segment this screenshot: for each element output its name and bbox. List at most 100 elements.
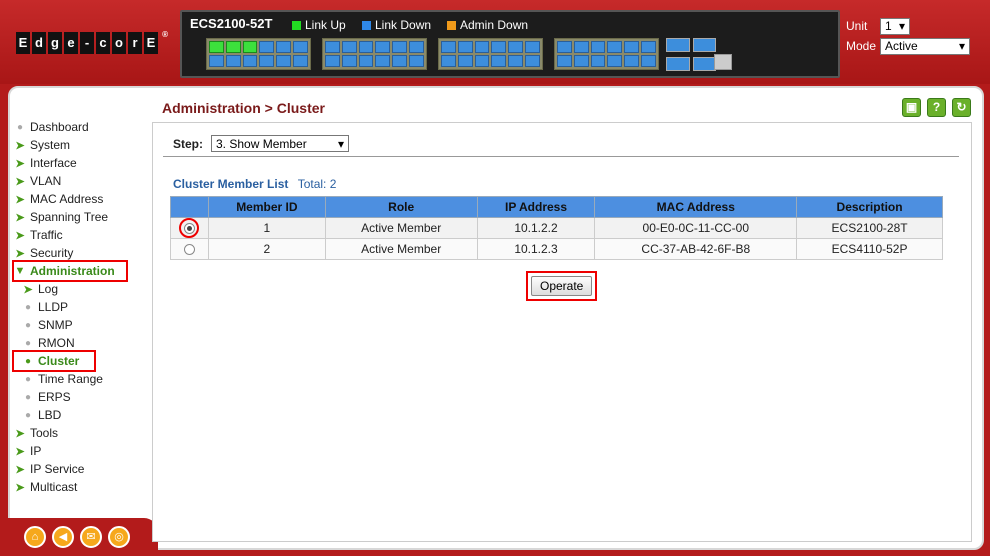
cluster-member-table: Member ID Role IP Address MAC Address De… [170, 196, 943, 260]
content-panel: Step: 3. Show Member ▾ Cluster Member Li… [152, 122, 972, 542]
cell-ip-address: 10.1.2.3 [476, 238, 596, 260]
cell-role: Active Member [324, 217, 478, 239]
sidebar-item-tools[interactable]: ➤ Tools [14, 424, 144, 442]
column-header-mac-address: MAC Address [594, 196, 798, 218]
sidebar-item-interface[interactable]: ➤ Interface [14, 154, 144, 172]
sidebar-item-ip-service[interactable]: ➤ IP Service [14, 460, 144, 478]
operate-button[interactable]: Operate [531, 276, 593, 296]
legend-link-up: Link Up [292, 18, 346, 32]
sidebar-item-label: MAC Address [30, 192, 104, 206]
sidebar-item-spanning-tree[interactable]: ➤ Spanning Tree [14, 208, 144, 226]
chevron-down-icon: ▾ [898, 19, 905, 33]
cell-description: ECS4110-52P [796, 238, 943, 260]
chevron-down-icon: ▾ [958, 39, 965, 53]
bullet-icon: ● [24, 355, 32, 367]
cell-role: Active Member [324, 238, 478, 260]
table-header-row: Member ID Role IP Address MAC Address De… [170, 196, 943, 218]
sidebar-item-cluster[interactable]: ● Cluster [12, 350, 96, 372]
table-row[interactable]: 1 Active Member 10.1.2.2 00-E0-0C-11-CC-… [170, 217, 943, 239]
sidebar-item-label: Tools [30, 426, 59, 440]
operate-highlight: Operate [526, 271, 598, 301]
sidebar-item-label: Time Range [38, 372, 103, 386]
row-select-cell [170, 217, 209, 239]
sidebar-item-administration[interactable]: ▼ Administration [12, 260, 128, 282]
save-icon[interactable]: ▣ [902, 98, 921, 117]
sidebar-item-system[interactable]: ➤ System [14, 136, 144, 154]
sidebar-item-snmp[interactable]: ● SNMP [14, 316, 144, 334]
logo-letter: E [16, 32, 30, 54]
bullet-icon: ● [24, 301, 32, 313]
legend-admin-down: Admin Down [447, 18, 528, 32]
sidebar-item-lldp[interactable]: ● LLDP [14, 298, 144, 316]
sidebar-item-security[interactable]: ➤ Security [14, 244, 144, 262]
bullet-icon: ● [24, 409, 32, 421]
chevron-right-icon: ➤ [15, 463, 25, 476]
sidebar-item-ip[interactable]: ➤ IP [14, 442, 144, 460]
chevron-right-icon: ➤ [15, 157, 25, 170]
management-port-icon [714, 54, 732, 70]
cluster-member-list-title: Cluster Member List Total: 2 [173, 177, 336, 191]
sidebar-item-rmon[interactable]: ● RMON [14, 334, 144, 352]
sfp-ports[interactable] [666, 38, 716, 72]
logo-letter: e [64, 32, 78, 54]
cell-member-id: 1 [207, 217, 326, 239]
mode-select[interactable]: Active ▾ [880, 37, 970, 55]
web-icon[interactable]: ◎ [108, 526, 130, 548]
chevron-down-icon: ▼ [14, 265, 26, 277]
port-group-2[interactable] [322, 38, 427, 70]
mode-value: Active [885, 39, 918, 53]
sidebar-item-log[interactable]: ➤ Log [14, 280, 144, 298]
sidebar-item-time-range[interactable]: ● Time Range [14, 370, 144, 388]
sidebar-nav: ● Dashboard ➤ System ➤ Interface ➤ VLAN ➤ MAC… [12, 118, 144, 496]
sidebar-item-label: Multicast [30, 480, 78, 494]
sidebar-item-label: System [30, 138, 71, 152]
chevron-right-icon: ➤ [15, 445, 25, 458]
sidebar-item-label: SNMP [38, 318, 73, 332]
port-group-3[interactable] [438, 38, 543, 70]
column-header-description: Description [796, 196, 943, 218]
admin-down-swatch-icon [447, 20, 456, 30]
sidebar-item-traffic[interactable]: ➤ Traffic [14, 226, 144, 244]
home-icon[interactable]: ⌂ [24, 526, 46, 548]
step-value: 3. Show Member [216, 136, 307, 151]
unit-select[interactable]: 1 ▾ [880, 17, 910, 35]
help-icon[interactable]: ? [927, 98, 946, 117]
divider [163, 156, 959, 157]
chevron-right-icon: ➤ [15, 193, 25, 206]
sidebar-item-dashboard[interactable]: ● Dashboard [14, 118, 144, 136]
list-title-text: Cluster Member List [173, 177, 289, 191]
bullet-icon: ● [24, 391, 32, 403]
chevron-right-icon: ➤ [15, 211, 25, 224]
legend-link-down: Link Down [362, 18, 431, 32]
port-grid [206, 38, 736, 72]
sidebar-item-label: Spanning Tree [30, 210, 109, 224]
port-group-4[interactable] [554, 38, 659, 70]
step-select[interactable]: 3. Show Member ▾ [211, 135, 349, 152]
chevron-right-icon: ➤ [23, 283, 33, 296]
sidebar-item-vlan[interactable]: ➤ VLAN [14, 172, 144, 190]
link-up-swatch-icon [292, 20, 301, 30]
sidebar-item-mac-address[interactable]: ➤ MAC Address [14, 190, 144, 208]
row-select-radio[interactable] [183, 222, 195, 234]
sidebar-item-lbd[interactable]: ● LBD [14, 406, 144, 424]
sidebar-item-label: LBD [38, 408, 62, 422]
column-header-member-id: Member ID [207, 196, 326, 218]
chevron-right-icon: ➤ [15, 247, 25, 260]
refresh-icon[interactable]: ↻ [952, 98, 971, 117]
row-select-radio[interactable] [183, 243, 195, 255]
back-icon[interactable]: ◀ [52, 526, 74, 548]
sidebar-item-label: Security [30, 246, 74, 260]
sidebar-item-label: Log [38, 282, 59, 296]
switch-panel: ECS2100-52T Link Up Link Down Admin Down [180, 10, 840, 78]
mail-icon[interactable]: ✉ [80, 526, 102, 548]
link-down-swatch-icon [362, 20, 371, 30]
sidebar-item-multicast[interactable]: ➤ Multicast [14, 478, 144, 496]
logo-registered-mark: ® [162, 30, 168, 39]
chevron-right-icon: ➤ [15, 427, 25, 440]
mode-label: Mode [846, 39, 877, 53]
sidebar-item-erps[interactable]: ● ERPS [14, 388, 144, 406]
table-row[interactable]: 2 Active Member 10.1.2.3 CC-37-AB-42-6F-… [170, 238, 943, 260]
port-group-1[interactable] [206, 38, 311, 70]
cell-ip-address: 10.1.2.2 [476, 217, 596, 239]
logo-letter: g [48, 32, 62, 54]
